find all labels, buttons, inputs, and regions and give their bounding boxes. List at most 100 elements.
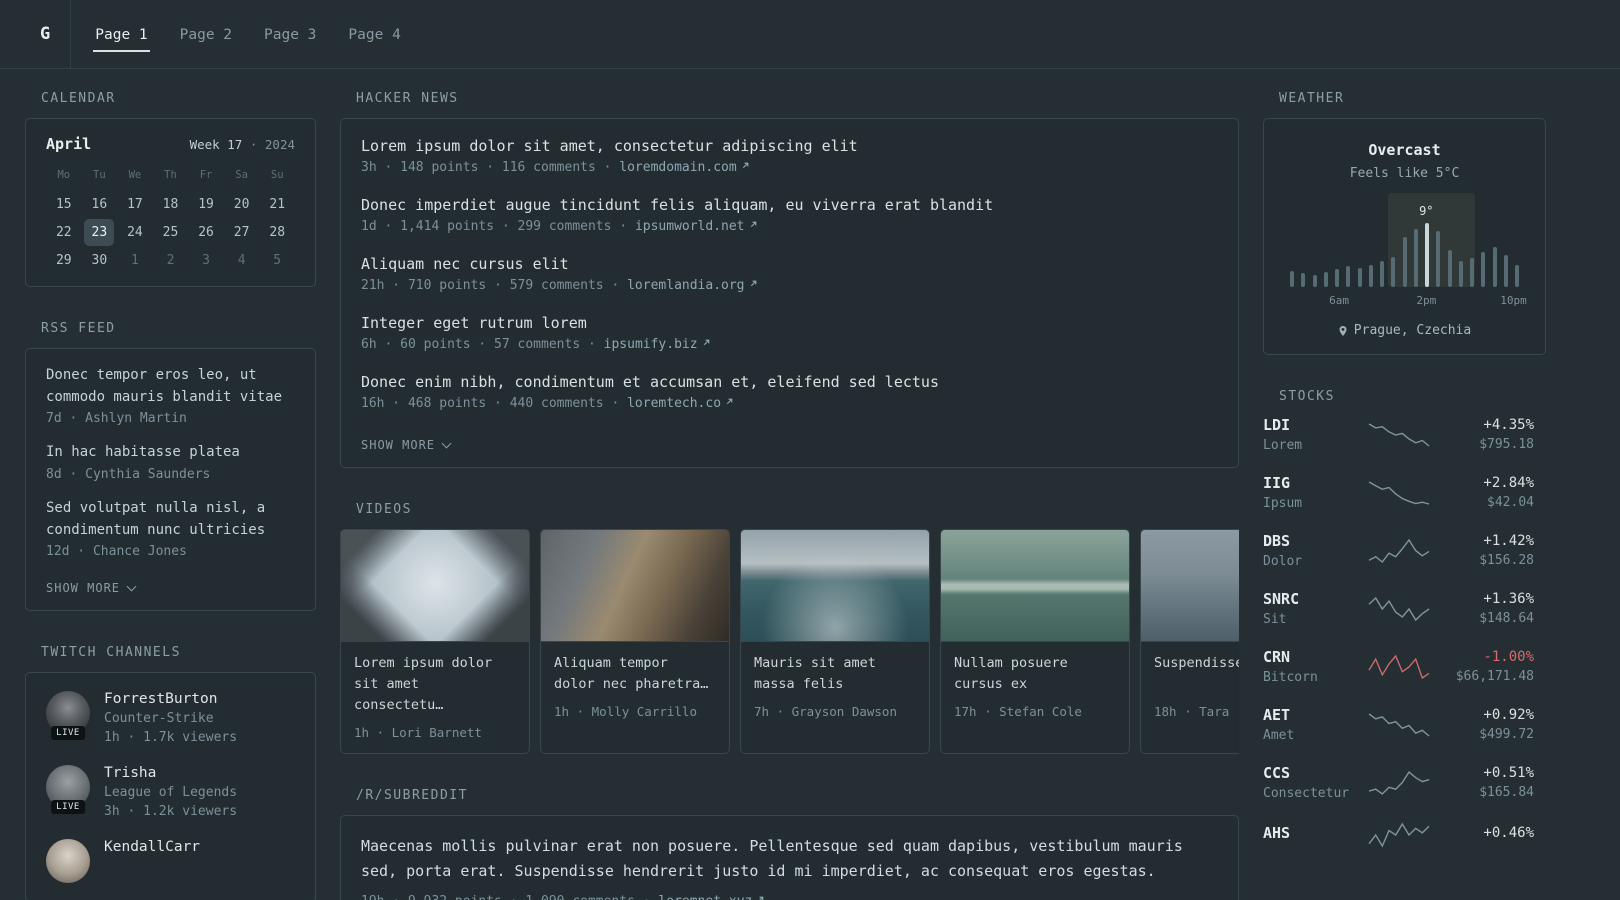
stock-row[interactable]: CCS Consectetur +0.51% $165.84 xyxy=(1263,764,1534,801)
stock-row[interactable]: IIG Ipsum +2.84% $42.04 xyxy=(1263,474,1534,511)
show-more-button[interactable]: SHOW MORE xyxy=(361,438,452,452)
stock-row[interactable]: LDI Lorem +4.35% $795.18 xyxy=(1263,416,1534,453)
hn-item-title[interactable]: Lorem ipsum dolor sit amet, consectetur … xyxy=(361,137,1218,155)
hn-item-title[interactable]: Donec enim nibh, condimentum et accumsan… xyxy=(361,373,1218,391)
app-logo[interactable]: G xyxy=(40,24,70,44)
stock-right: +0.92% $499.72 xyxy=(1432,707,1534,742)
video-body: Lorem ipsum dolor sit amet consectetu… 1… xyxy=(341,642,529,753)
hackernews-heading: HACKER NEWS xyxy=(356,91,459,106)
channel-game: Counter-Strike xyxy=(104,711,214,727)
stock-right: -1.00% $66,171.48 xyxy=(1432,649,1534,684)
calendar-separator: · xyxy=(249,137,258,152)
cross-sky-thumbnail xyxy=(341,530,529,642)
calendar-heading: CALENDAR xyxy=(41,91,116,106)
calendar-year: 2024 xyxy=(264,137,295,152)
left-column: CALENDAR April Week 17 · 2024 Mo Tu We T… xyxy=(25,91,316,900)
rss-item-title[interactable]: Donec tempor eros leo, ut commodo mauris… xyxy=(46,365,295,408)
channel-name[interactable]: ForrestBurton xyxy=(104,691,237,707)
nav-divider xyxy=(70,0,72,68)
twitch-card: LIVE ForrestBurton Counter-Strike 1h · 1… xyxy=(25,672,316,900)
hn-item-title[interactable]: Donec imperdiet augue tincidunt felis al… xyxy=(361,196,1218,214)
video-title[interactable]: Mauris sit amet massa felis xyxy=(754,653,916,695)
stock-name: Sit xyxy=(1263,612,1287,627)
stock-name: Ipsum xyxy=(1263,496,1303,511)
rss-item-title[interactable]: Sed volutpat nulla nisl, a condimentum n… xyxy=(46,498,295,541)
hn-source-link[interactable]: ipsumify.biz xyxy=(604,337,711,352)
calendar-day: 20 xyxy=(233,197,250,212)
hn-item-title[interactable]: Integer eget rutrum lorem xyxy=(361,314,1218,332)
stock-row[interactable]: SNRC Sit +1.36% $148.64 xyxy=(1263,590,1534,627)
hn-source-link[interactable]: loremlandia.org xyxy=(627,278,757,293)
avatar-wrap: LIVE xyxy=(46,691,90,741)
calendar-day-next-month: 5 xyxy=(273,253,282,268)
tab-page-2[interactable]: Page 2 xyxy=(178,17,234,52)
channel-info: Trisha League of Legends 3h · 1.2k viewe… xyxy=(104,765,237,819)
stock-left: CCS Consectetur xyxy=(1263,764,1366,801)
channel-name[interactable]: Trisha xyxy=(104,765,237,781)
stock-symbol: AET xyxy=(1263,706,1291,724)
video-title[interactable]: Lorem ipsum dolor sit amet consectetu… xyxy=(354,653,516,716)
tab-page-1[interactable]: Page 1 xyxy=(93,17,150,52)
external-link-icon xyxy=(726,398,733,405)
channel-name[interactable]: KendallCarr xyxy=(104,839,200,855)
weather-axis-label: 2pm xyxy=(1416,294,1437,307)
hn-item-meta: 3h · 148 points · 116 comments · loremdo… xyxy=(361,160,1218,175)
calendar-day: 17 xyxy=(127,197,143,212)
subreddit-source-link[interactable]: loremnet.xyz xyxy=(658,894,765,900)
video-card[interactable]: Lorem ipsum dolor sit amet consectetu… 1… xyxy=(340,529,530,754)
hn-meta-text: 16h · 468 points · 440 comments · xyxy=(361,396,620,411)
rss-item-title[interactable]: In hac habitasse platea xyxy=(46,442,295,464)
tab-page-4[interactable]: Page 4 xyxy=(346,17,402,52)
stock-price: $165.84 xyxy=(1479,785,1534,800)
calendar-day: 26 xyxy=(198,225,214,240)
calendar-week: Week 17 xyxy=(189,137,243,152)
hn-item-title[interactable]: Aliquam nec cursus elit xyxy=(361,255,1218,273)
hn-item: Lorem ipsum dolor sit amet, consectetur … xyxy=(361,137,1218,175)
calendar-day: 24 xyxy=(127,225,143,240)
video-title[interactable]: Aliquam tempor dolor nec pharetra… xyxy=(554,653,716,695)
weather-location[interactable]: Prague, Czechia xyxy=(1280,323,1529,338)
video-card[interactable]: Mauris sit amet massa felis 7h · Grayson… xyxy=(740,529,930,754)
video-card[interactable]: Suspendisse diam 18h · Tara xyxy=(1140,529,1239,754)
video-card[interactable]: Nullam posuere cursus ex 17h · Stefan Co… xyxy=(940,529,1130,754)
subreddit-domain: loremnet.xyz xyxy=(658,894,752,900)
tab-page-3[interactable]: Page 3 xyxy=(262,17,318,52)
calendar-week-label: Week 17 · 2024 xyxy=(190,137,295,152)
weather-location-label: Prague, Czechia xyxy=(1353,323,1472,338)
calendar-day-next-month: 2 xyxy=(166,253,175,268)
twitch-channel-row[interactable]: LIVE Trisha League of Legends 3h · 1.2k … xyxy=(46,765,295,819)
stock-sparkline xyxy=(1368,422,1429,447)
foggy-figure-thumbnail xyxy=(1141,530,1239,642)
calendar-day: 16 xyxy=(91,197,108,212)
weather-feels-like: Feels like 5°C xyxy=(1349,166,1460,181)
stock-row[interactable]: DBS Dolor +1.42% $156.28 xyxy=(1263,532,1534,569)
hn-item: Integer eget rutrum lorem 6h · 60 points… xyxy=(361,314,1218,352)
channel-meta: 3h · 1.2k viewers xyxy=(104,804,238,820)
stock-left: IIG Ipsum xyxy=(1263,474,1366,511)
stock-sparkline xyxy=(1368,596,1429,621)
stock-row[interactable]: AHS +0.46% xyxy=(1263,822,1534,848)
hn-source-link[interactable]: loremtech.co xyxy=(627,396,734,411)
stock-change: -1.00% xyxy=(1483,649,1534,665)
weather-axis-label: 6am xyxy=(1329,294,1349,307)
hn-item-meta: 1d · 1,414 points · 299 comments · ipsum… xyxy=(361,219,1218,234)
subreddit-post-title[interactable]: Maecenas mollis pulvinar erat non posuer… xyxy=(361,834,1218,885)
hn-source-link[interactable]: loremdomain.com xyxy=(619,160,749,175)
stock-change: +1.36% xyxy=(1483,591,1534,607)
video-title[interactable]: Suspendisse diam xyxy=(1154,653,1239,695)
calendar-header: April Week 17 · 2024 xyxy=(46,135,295,153)
twitch-channel-row[interactable]: LIVE ForrestBurton Counter-Strike 1h · 1… xyxy=(46,691,295,745)
show-more-button[interactable]: SHOW MORE xyxy=(46,581,137,596)
twitch-channel-row[interactable]: KendallCarr xyxy=(46,839,295,884)
stock-left: AHS xyxy=(1263,824,1366,846)
video-meta: 1h · Molly Carrillo xyxy=(554,704,697,719)
show-more-label: SHOW MORE xyxy=(46,581,121,596)
stock-row[interactable]: AET Amet +0.92% $499.72 xyxy=(1263,706,1534,743)
hn-source-link[interactable]: ipsumworld.net xyxy=(635,219,758,234)
video-card[interactable]: Aliquam tempor dolor nec pharetra… 1h · … xyxy=(540,529,730,754)
calendar-dow: Tu xyxy=(93,169,106,181)
video-title[interactable]: Nullam posuere cursus ex xyxy=(954,653,1116,695)
stock-row[interactable]: CRN Bitcorn -1.00% $66,171.48 xyxy=(1263,648,1534,685)
calendar-day-next-month: 1 xyxy=(131,253,139,268)
stock-left: CRN Bitcorn xyxy=(1263,648,1366,685)
